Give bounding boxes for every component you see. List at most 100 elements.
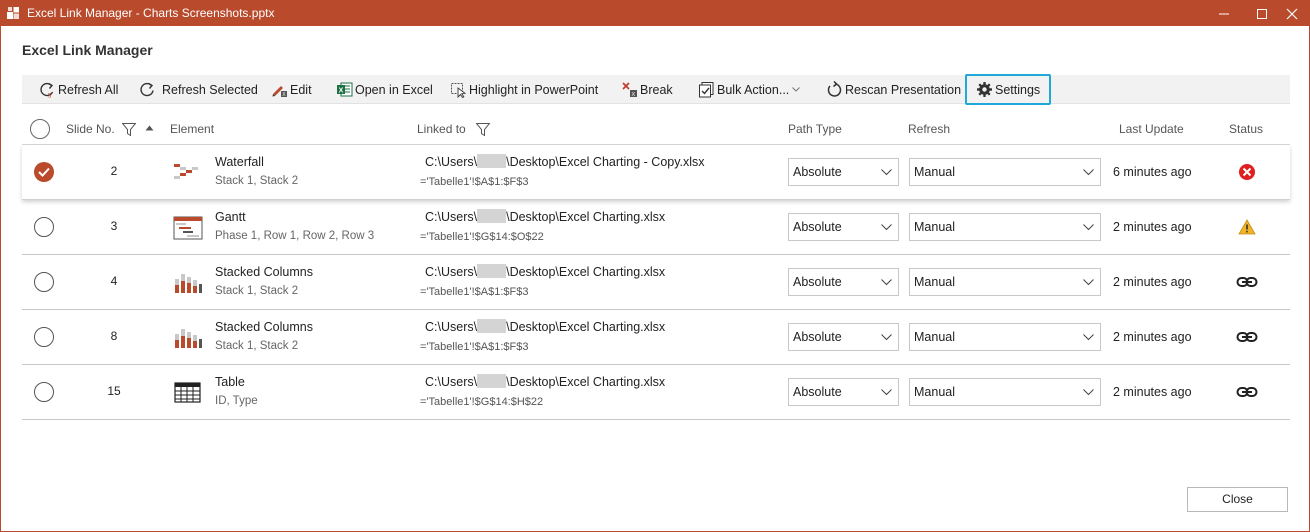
refresh-mode-value: Manual [914,275,955,289]
open-in-excel-button[interactable]: X Open in Excel [336,75,433,104]
table-row[interactable]: 2 Waterfall Stack 1, Stack 2 C:\Users\ \D… [22,145,1290,200]
refresh-mode-value: Manual [914,385,955,399]
slide-no-header[interactable]: Slide No. [66,122,115,137]
path-type-value: Absolute [793,220,842,234]
table-row[interactable]: 8 Stacked Columns Stack 1, Stack 2 C:\Us… [22,310,1290,365]
path-prefix: C:\Users\ [425,265,478,279]
path-prefix: C:\Users\ [425,210,478,224]
refresh-selected-button[interactable]: Refresh Selected [139,75,258,104]
row-select-radio[interactable] [34,217,54,237]
row-select-radio[interactable] [34,272,54,292]
row-select-radio[interactable] [34,327,54,347]
slide-number: 2 [110,164,118,178]
linked-file-path: C:\Users\ \Desktop\Excel Charting.xlsx [425,319,665,334]
warning-icon [1238,219,1256,235]
row-select-radio[interactable] [34,162,54,182]
element-name: Waterfall [215,155,264,169]
linked-range: ='Tabelle1'!$G$14:$O$22 [420,231,544,243]
table-row[interactable]: 4 Stacked Columns Stack 1, Stack 2 C:\Us… [22,255,1290,310]
chevron-down-icon [1083,169,1094,176]
redacted-username [477,209,507,223]
refresh-mode-select[interactable]: Manual [909,378,1101,406]
refresh-icon [140,82,154,97]
refresh-mode-select[interactable]: Manual [909,268,1101,296]
refresh-all-label: Refresh All [58,82,119,97]
path-type-value: Absolute [793,165,842,179]
slide-number: 8 [110,329,118,343]
linked-file-path: C:\Users\ \Desktop\Excel Charting.xlsx [425,209,665,224]
path-type-header[interactable]: Path Type [788,122,842,137]
last-update: 2 minutes ago [1113,330,1192,344]
redacted-username [477,319,507,333]
table-header: Slide No. Element Linked to Path Type Re… [22,115,1290,145]
slide-number: 4 [110,274,118,288]
sort-ascending-icon[interactable] [145,125,154,131]
table-row[interactable]: 15 Table ID, Type C:\Users\ \Desktop\Exce… [22,365,1290,420]
path-type-select[interactable]: Absolute [788,158,899,186]
rescan-label: Rescan Presentation [845,82,962,97]
last-update: 2 minutes ago [1113,385,1192,399]
path-type-select[interactable]: Absolute [788,323,899,351]
error-icon [1239,164,1255,180]
row-select-radio[interactable] [34,382,54,402]
chevron-down-icon [1083,334,1094,341]
close-button[interactable]: Close [1187,487,1288,512]
highlight-in-powerpoint-button[interactable]: Highlight in PowerPoint [450,75,598,104]
path-type-select[interactable]: Absolute [788,268,899,296]
path-suffix: \Desktop\Excel Charting.xlsx [506,320,666,334]
table-row[interactable]: 3 Gantt Phase 1, Row 1, Row 2, Row 3 C:\… [22,200,1290,255]
chevron-down-icon [1083,389,1094,396]
refresh-mode-select[interactable]: Manual [909,213,1101,241]
path-prefix: C:\Users\ [425,320,478,334]
maximize-button[interactable] [1245,1,1279,26]
path-prefix: C:\Users\ [425,155,478,169]
rescan-icon [827,81,842,97]
linked-range: ='Tabelle1'!$G$14:$H$22 [420,396,544,408]
refresh-mode-select[interactable]: Manual [909,158,1101,186]
page-title: Excel Link Manager [22,42,153,58]
refresh-header[interactable]: Refresh [908,122,950,137]
select-all-radio[interactable] [30,119,50,139]
break-button[interactable]: X Break [621,75,673,104]
element-series: Stack 1, Stack 2 [215,340,299,352]
rescan-presentation-button[interactable]: Rescan Presentation [826,75,961,104]
path-type-select[interactable]: Absolute [788,213,899,241]
refresh-mode-value: Manual [914,165,955,179]
linked-range: ='Tabelle1'!$A$1:$F$3 [420,286,529,298]
path-type-value: Absolute [793,330,842,344]
edit-button[interactable]: X Edit [271,75,312,104]
refresh-mode-value: Manual [914,330,955,344]
element-header[interactable]: Element [170,122,214,137]
linked-file-path: C:\Users\ \Desktop\Excel Charting.xlsx [425,374,665,389]
refresh-mode-select[interactable]: Manual [909,323,1101,351]
path-suffix: \Desktop\Excel Charting - Copy.xlsx [506,155,705,169]
slide-number: 15 [107,384,121,398]
chevron-down-icon [1083,224,1094,231]
linked-to-header[interactable]: Linked to [417,122,466,137]
refresh-all-button[interactable]: 5 Refresh All [39,75,118,104]
minimize-button[interactable] [1207,1,1241,26]
element-name: Stacked Columns [215,265,313,279]
path-type-select[interactable]: Absolute [788,378,899,406]
element-name: Gantt [215,210,246,224]
refresh-all-icon: 5 [40,82,54,98]
chevron-down-icon [881,279,892,286]
path-suffix: \Desktop\Excel Charting.xlsx [506,265,666,279]
filter-icon[interactable] [122,123,136,136]
chevron-down-icon [1083,279,1094,286]
stacked-columns-icon [175,329,202,348]
window-close-button[interactable] [1275,1,1309,26]
status-header[interactable]: Status [1229,122,1263,137]
waterfall-chart-icon [174,164,198,179]
bulk-action-label: Bulk Action... [717,82,790,97]
bulk-action-dropdown[interactable]: Bulk Action... [698,75,801,104]
excel-link-manager-window: Excel Link Manager - Charts Screenshots.… [0,0,1310,532]
window-title: Excel Link Manager - Charts Screenshots.… [27,6,275,20]
edit-pencil-icon: X [272,86,287,98]
settings-button[interactable]: Settings [965,74,1052,105]
element-series: Stack 1, Stack 2 [215,175,299,187]
last-update-header[interactable]: Last Update [1119,122,1184,137]
filter-icon[interactable] [476,123,490,136]
chevron-down-icon [881,389,892,396]
link-icon [1236,387,1258,397]
